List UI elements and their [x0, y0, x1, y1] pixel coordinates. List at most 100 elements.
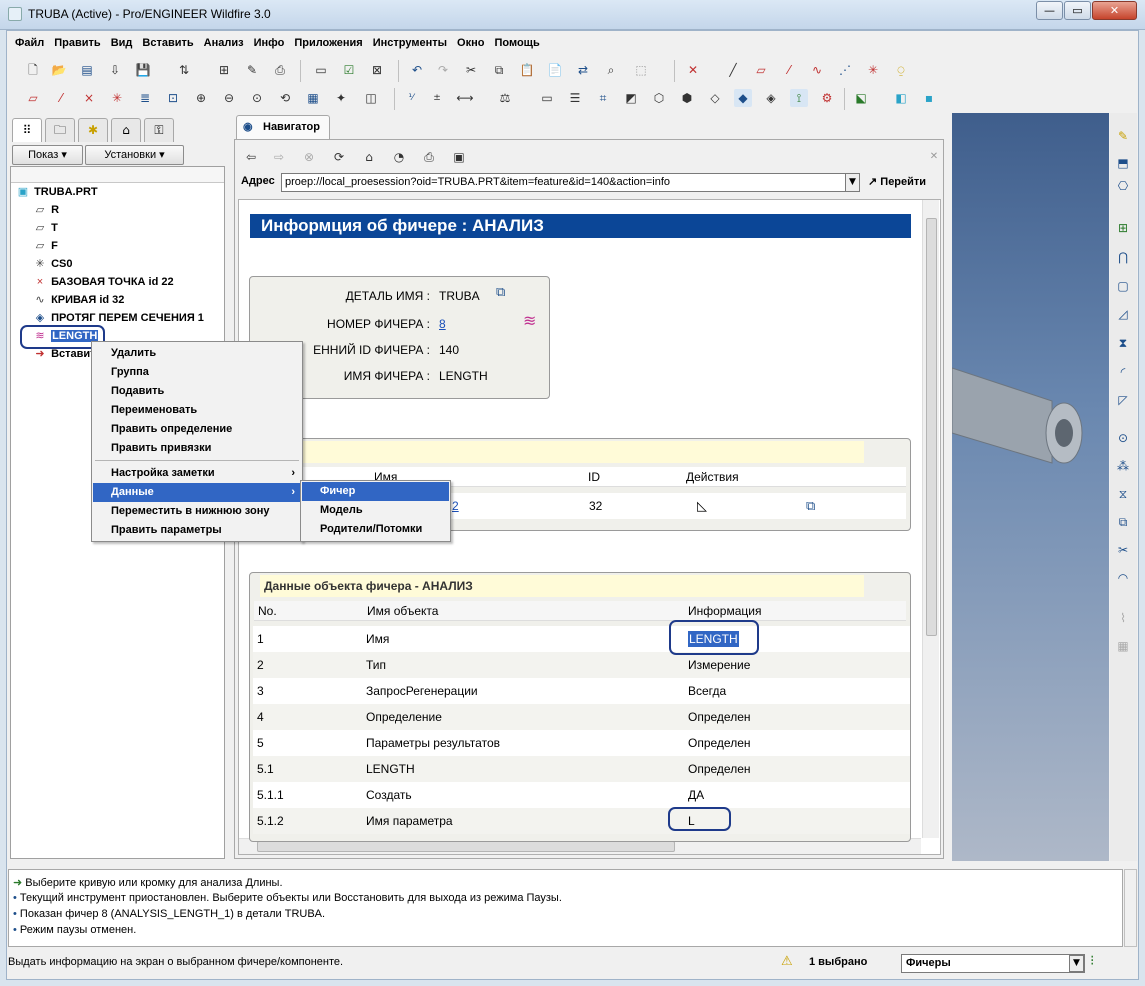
vscroll-thumb[interactable]	[926, 218, 937, 636]
solidify-icon[interactable]: ⌇	[1113, 608, 1133, 628]
history-tab-icon[interactable]: ⌂	[111, 118, 141, 142]
cube-icon[interactable]: ◧	[892, 89, 910, 107]
tree-item-curve[interactable]: ∿ КРИВАЯ id 32	[32, 292, 124, 309]
rib-icon[interactable]: ◿	[1113, 304, 1133, 324]
select-box-icon[interactable]: ⬚	[632, 61, 650, 79]
point-icon[interactable]: ×	[80, 89, 98, 107]
tolerance-icon[interactable]: ±	[428, 89, 446, 107]
orient-mode-icon[interactable]: ◫	[362, 89, 380, 107]
offset-icon[interactable]: ◠	[1113, 568, 1133, 588]
menu-item-edit-parameters[interactable]: Править параметры	[93, 521, 301, 540]
save-icon[interactable]: 💾	[134, 61, 152, 79]
part-link-icon[interactable]: ⧉	[496, 285, 505, 300]
filter-dropdown-icon[interactable]: ▼	[1069, 955, 1084, 972]
selection-filter[interactable]: Фичеры	[901, 954, 1085, 973]
paste-special-icon[interactable]: 📄	[546, 61, 564, 79]
print-page-icon[interactable]: ⎙	[420, 148, 438, 166]
import-icon[interactable]: ⇩	[106, 61, 124, 79]
tree-item-datum-r[interactable]: ▱ R	[32, 202, 59, 219]
menu-window[interactable]: Окно	[452, 34, 489, 49]
cut-icon[interactable]: ✂	[462, 61, 480, 79]
submenu-item-feature[interactable]: Фичер	[302, 482, 449, 501]
menu-item-group[interactable]: Группа	[93, 363, 301, 382]
connections-tab-icon[interactable]: ⚿	[144, 118, 174, 142]
menu-help[interactable]: Помощь	[489, 34, 544, 49]
menu-item-delete[interactable]: Удалить	[93, 344, 301, 363]
tree-item-datum-point[interactable]: × БАЗОВАЯ ТОЧКА id 22	[32, 274, 174, 291]
datum-plane-display-icon[interactable]: ▱	[752, 61, 770, 79]
submenu-item-model[interactable]: Модель	[302, 501, 449, 520]
draft-icon[interactable]: ⧗	[1113, 333, 1133, 353]
refit-icon[interactable]: ⊙	[248, 89, 266, 107]
parent-edit-icon[interactable]: ◺	[697, 493, 707, 519]
menu-edit[interactable]: Править	[49, 34, 105, 49]
menu-applications[interactable]: Приложения	[289, 34, 367, 49]
layer-state-icon[interactable]: ⬕	[852, 89, 870, 107]
model-tree-icon[interactable]: ⊞	[215, 61, 233, 79]
close-window-icon[interactable]: ⊠	[368, 61, 386, 79]
no-hidden-icon[interactable]: ◇	[706, 89, 724, 107]
datum-curve-display-icon[interactable]: ∿	[808, 61, 826, 79]
enhanced-realism-icon[interactable]: ◈	[762, 89, 780, 107]
go-button[interactable]: ↗ Перейти	[868, 175, 926, 188]
mirror-icon[interactable]: ⧖	[1113, 484, 1133, 504]
menu-info[interactable]: Инфо	[249, 34, 290, 49]
spin-center-icon[interactable]: ✦	[332, 89, 350, 107]
sketch-icon[interactable]: ✎	[1113, 126, 1133, 146]
menu-item-move-to-footer[interactable]: Переместить в нижнюю зону	[93, 502, 301, 521]
shell-icon[interactable]: ▢	[1113, 276, 1133, 296]
pattern-icon[interactable]: ⁂	[1113, 456, 1133, 476]
extrude-icon[interactable]: ⬒	[1113, 153, 1133, 173]
message-scrollbar[interactable]	[1124, 869, 1137, 947]
parent-name-link[interactable]: 2	[452, 493, 459, 519]
browser-vscroll[interactable]	[922, 200, 939, 838]
address-input[interactable]: proep://local_proesession?oid=TRUBA.PRT&…	[281, 173, 857, 192]
thicken-icon[interactable]: ▦	[1113, 636, 1133, 656]
zoom-out-icon[interactable]: ⊖	[220, 89, 238, 107]
window-icon[interactable]: ▭	[312, 61, 330, 79]
annotation-display-icon[interactable]: ⍜	[892, 61, 910, 79]
menu-analysis[interactable]: Анализ	[199, 34, 249, 49]
tree-item-csys[interactable]: ✳ CS0	[32, 256, 72, 273]
menu-insert[interactable]: Вставить	[137, 34, 198, 49]
feature-number-link[interactable]: 8	[439, 317, 446, 331]
open-folder-icon[interactable]: 📂	[50, 61, 68, 79]
print-icon[interactable]: ⎙	[271, 61, 289, 79]
redo-icon[interactable]: ↷	[434, 61, 452, 79]
datum-point-display-icon[interactable]: ⋰	[836, 61, 854, 79]
submenu-item-parents-children[interactable]: Родители/Потомки	[302, 520, 449, 539]
measure-icon[interactable]: ⟷	[456, 89, 474, 107]
smart-select-icon[interactable]: ⚙	[818, 89, 836, 107]
insert-feature-icon[interactable]: ⊞	[1113, 218, 1133, 238]
menu-view[interactable]: Вид	[106, 34, 138, 49]
plane-icon[interactable]: ▱	[24, 89, 42, 107]
saved-views-icon[interactable]: ▦	[304, 89, 322, 107]
revolve-icon[interactable]: ⎔	[1113, 176, 1133, 196]
parameters-icon[interactable]: ⌗	[594, 89, 612, 107]
menu-item-suppress[interactable]: Подавить	[93, 382, 301, 401]
round-icon[interactable]: ◜	[1113, 362, 1133, 382]
edit-icon[interactable]: ✎	[243, 61, 261, 79]
forward-icon[interactable]: ⇨	[270, 148, 288, 166]
relations-icon[interactable]: ▭	[538, 89, 556, 107]
reorient-icon[interactable]: ⟲	[276, 89, 294, 107]
close-button[interactable]: ✕	[1092, 1, 1137, 20]
model-tree-tab-icon[interactable]: ⠿	[12, 118, 42, 142]
menu-item-data[interactable]: Данные ›	[93, 483, 301, 502]
merge-icon[interactable]: ⧉	[1113, 512, 1133, 532]
sweep-tool-icon[interactable]: ⋂	[1113, 247, 1133, 267]
csys-display-icon[interactable]: ✳	[864, 61, 882, 79]
datum-axis-icon[interactable]: ╱	[724, 61, 742, 79]
graphics-window[interactable]	[951, 113, 1109, 861]
activate-window-icon[interactable]: ☑	[340, 61, 358, 79]
wireframe-icon[interactable]: ⬡	[650, 89, 668, 107]
trim-icon[interactable]: ✂	[1113, 540, 1133, 560]
navigator-tab[interactable]: ◉ Навигатор	[236, 115, 330, 140]
menu-item-edit-definition[interactable]: Править определение	[93, 420, 301, 439]
datum-display-icon[interactable]: ✕	[684, 61, 702, 79]
shaded-icon[interactable]: ◆	[734, 89, 752, 107]
menu-tools[interactable]: Инструменты	[368, 34, 452, 49]
view-manager-icon[interactable]: ⊡	[164, 89, 182, 107]
hole-icon[interactable]: ⊙	[1113, 428, 1133, 448]
dimension-display-icon[interactable]: ⅟	[402, 89, 420, 107]
